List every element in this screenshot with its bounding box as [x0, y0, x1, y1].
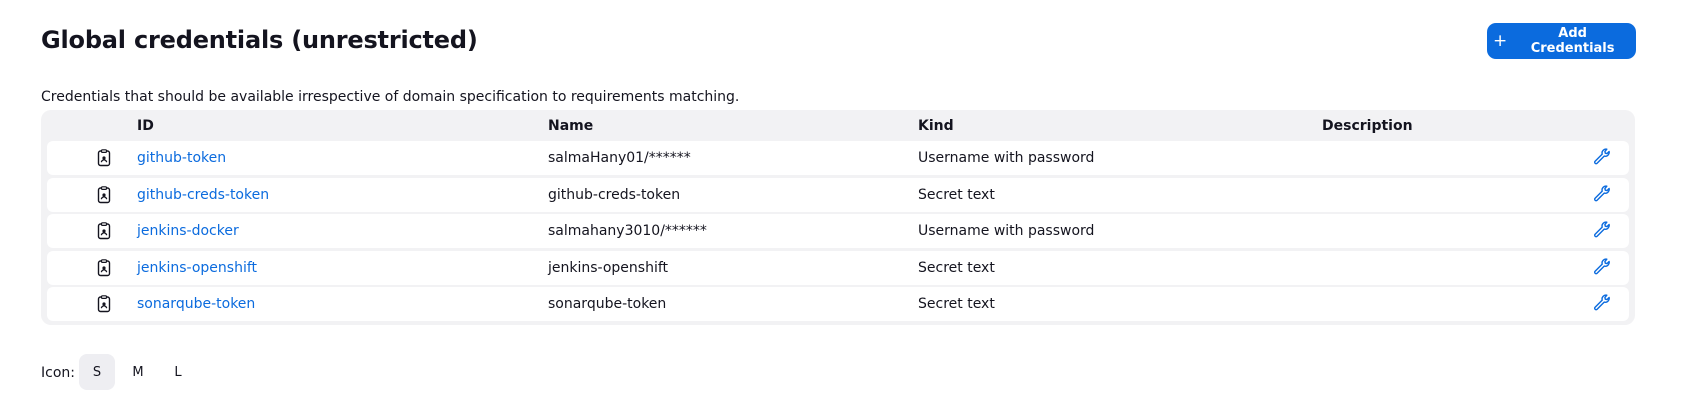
credential-name: jenkins-openshift [548, 259, 669, 276]
wrench-icon[interactable] [1592, 184, 1610, 202]
table-row: jenkins-docker salmahany3010/****** Userna… [47, 214, 1629, 248]
credential-icon [97, 185, 111, 204]
wrench-icon[interactable] [1592, 220, 1610, 238]
page-description: Credentials that should be available irr… [41, 89, 740, 105]
icon-size-medium-button[interactable]: M [120, 354, 156, 390]
credential-kind: Secret text [918, 296, 995, 312]
credential-icon [97, 149, 111, 167]
credential-id-link[interactable]: sonarqube-token [137, 296, 255, 312]
credentials-table: ID Name Kind Description github-token sal… [41, 110, 1635, 325]
table-row: github-token salmaHany01/****** Username w… [47, 141, 1629, 175]
page-title: Global credentials (unrestricted) [41, 26, 478, 54]
icon-size-small-button[interactable]: S [79, 354, 115, 390]
credential-name: sonarqube-token [548, 296, 667, 312]
credential-id-link[interactable]: github-creds-token [137, 187, 269, 203]
table-header: ID Name Kind Description [41, 110, 1635, 140]
icon-size-label: Icon: [41, 365, 75, 381]
credential-icon [97, 295, 111, 313]
icon-size-large-button[interactable]: L [160, 354, 196, 390]
wrench-icon[interactable] [1592, 293, 1610, 311]
column-header-description[interactable]: Description [1322, 118, 1413, 134]
table-row: jenkins-openshift jenkins-openshift Secret… [47, 250, 1629, 285]
plus-icon: + [1493, 30, 1508, 51]
add-credentials-button[interactable]: + Add Credentials [1487, 23, 1636, 59]
table-row: sonarqube-token sonarqube-token Secret tex… [47, 287, 1629, 321]
credential-id-link[interactable]: jenkins-docker [137, 223, 239, 239]
credential-icon [97, 222, 111, 240]
credential-kind: Username with password [918, 223, 1095, 239]
credential-id-link[interactable]: jenkins-openshift [137, 260, 257, 276]
wrench-icon[interactable] [1592, 147, 1610, 165]
column-header-id[interactable]: ID [137, 118, 154, 134]
credential-icon [97, 258, 111, 277]
column-header-kind[interactable]: Kind [918, 118, 954, 134]
credential-kind: Secret text [918, 259, 995, 276]
credential-name: salmahany3010/****** [548, 223, 707, 239]
credential-name: salmaHany01/****** [548, 150, 691, 166]
add-credentials-label: Add Credentials [1530, 26, 1615, 56]
wrench-icon[interactable] [1592, 257, 1610, 275]
credential-kind: Secret text [918, 186, 995, 203]
credential-id-link[interactable]: github-token [137, 150, 226, 166]
table-row: github-creds-token github-creds-token Secr… [47, 177, 1629, 212]
credential-name: github-creds-token [548, 186, 681, 203]
column-header-name[interactable]: Name [548, 118, 593, 134]
credential-kind: Username with password [918, 150, 1095, 166]
